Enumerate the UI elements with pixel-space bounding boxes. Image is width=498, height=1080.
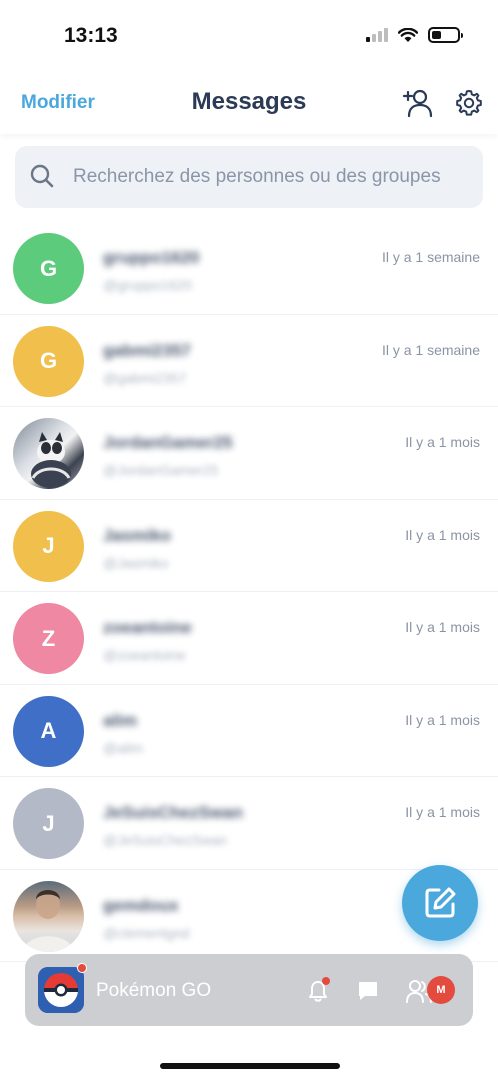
contact-name: gabmi2357 bbox=[103, 340, 191, 360]
status-icons bbox=[366, 27, 463, 43]
message-time: Il y a 1 mois bbox=[405, 804, 480, 820]
contact-name: gemdoux bbox=[103, 895, 179, 915]
cellular-signal-icon bbox=[366, 28, 388, 42]
contact-handle: @zoeantoine bbox=[103, 647, 186, 663]
avatar: J bbox=[13, 788, 84, 859]
header: Modifier Messages bbox=[0, 72, 498, 134]
compose-button[interactable] bbox=[402, 865, 478, 941]
contact-name: JordanGamer25 bbox=[103, 433, 233, 452]
message-time: Il y a 1 mois bbox=[405, 526, 480, 543]
avatar-initial: G bbox=[39, 348, 58, 373]
contact-handle: @Jasmiko bbox=[103, 554, 169, 571]
contact-handle: @JeSuisChezSwan bbox=[103, 832, 227, 848]
conversation-row[interactable]: JordanGamer25 @JordanGamer25 Il y a 1 mo… bbox=[0, 407, 498, 500]
avatar: J bbox=[13, 510, 84, 582]
conversation-row[interactable]: G gabmi2357 @gabmi2357 Il y a 1 semaine bbox=[0, 315, 498, 407]
contact-handle: @clementgnd bbox=[103, 924, 190, 941]
pokemon-go-app-icon bbox=[38, 967, 84, 1013]
notification-banner[interactable]: Pokémon GO M bbox=[25, 954, 473, 1026]
avatar: G bbox=[13, 325, 84, 397]
battery-icon bbox=[428, 27, 463, 43]
avatar-initial: J bbox=[42, 533, 55, 558]
chat-icon[interactable] bbox=[356, 979, 380, 1003]
cat-photo-icon bbox=[31, 432, 71, 488]
avatar-photo bbox=[13, 418, 84, 489]
conversation-row[interactable]: Z zoeantoine @zoeantoine Il y a 1 mois bbox=[0, 592, 498, 685]
message-time: Il y a 1 semaine bbox=[381, 341, 480, 358]
conversation-row[interactable]: A alim @alim Il y a 1 mois bbox=[0, 685, 498, 777]
conversation-row[interactable]: G gruppo1620 @gruppo1620 Il y a 1 semain… bbox=[0, 222, 498, 315]
conversation-row[interactable]: J Jasmiko @Jasmiko Il y a 1 mois bbox=[0, 500, 498, 592]
conversation-row[interactable]: J JeSuisChezSwan @JeSuisChezSwan Il y a … bbox=[0, 777, 498, 870]
avatar-initial: J bbox=[42, 810, 55, 836]
status-time: 13:13 bbox=[64, 24, 118, 47]
home-indicator bbox=[160, 1063, 340, 1069]
message-time: Il y a 1 mois bbox=[405, 711, 480, 728]
message-time: Il y a 1 mois bbox=[405, 619, 480, 635]
compose-icon bbox=[425, 887, 456, 918]
gear-icon[interactable] bbox=[454, 88, 484, 118]
status-bar: 13:13 bbox=[0, 0, 498, 72]
contact-name: alim bbox=[103, 710, 138, 730]
avatar: Z bbox=[13, 603, 84, 674]
banner-app-name: Pokémon GO bbox=[96, 980, 212, 1001]
add-person-icon[interactable] bbox=[402, 87, 434, 119]
app-badge bbox=[77, 963, 87, 973]
contact-name: JeSuisChezSwan bbox=[103, 803, 243, 822]
contact-handle: @gabmi2357 bbox=[103, 369, 187, 386]
contact-name: Jasmiko bbox=[103, 525, 172, 545]
avatar-initial: G bbox=[39, 255, 58, 281]
contact-handle: @alim bbox=[103, 739, 143, 756]
avatar: A bbox=[13, 695, 84, 767]
conversation-list: G gruppo1620 @gruppo1620 Il y a 1 semain… bbox=[0, 222, 498, 962]
profile-avatar[interactable]: M bbox=[427, 976, 455, 1004]
wifi-icon bbox=[398, 27, 418, 42]
contact-name: gruppo1620 bbox=[103, 248, 200, 267]
notification-dot bbox=[322, 977, 330, 985]
search-icon bbox=[30, 164, 54, 188]
message-time: Il y a 1 semaine bbox=[381, 249, 480, 265]
search-input[interactable] bbox=[73, 146, 483, 208]
contact-handle: @gruppo1620 bbox=[103, 277, 192, 293]
search-bar bbox=[15, 146, 483, 208]
person-photo-icon bbox=[23, 889, 74, 952]
avatar: G bbox=[13, 233, 84, 304]
avatar-initial: Z bbox=[41, 625, 56, 651]
avatar-initial: A bbox=[40, 718, 57, 743]
contact-name: zoeantoine bbox=[103, 618, 192, 637]
avatar-photo bbox=[13, 880, 84, 952]
contact-handle: @JordanGamer25 bbox=[103, 462, 219, 478]
message-time: Il y a 1 mois bbox=[405, 434, 480, 450]
